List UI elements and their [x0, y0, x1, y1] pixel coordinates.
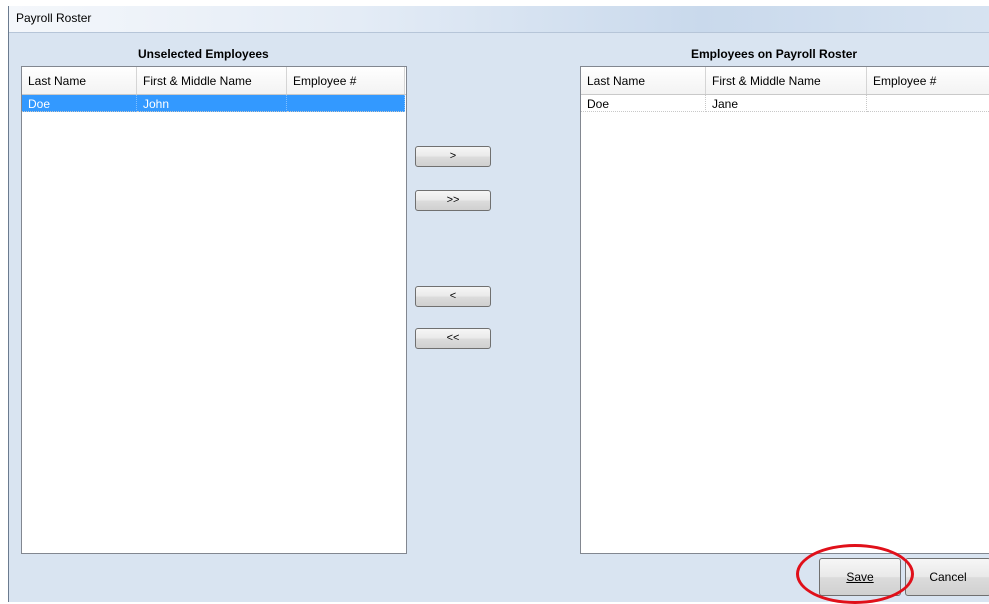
- payroll-roster-employees-title: Employees on Payroll Roster: [691, 47, 858, 61]
- column-first-middle-name[interactable]: First & Middle Name: [706, 67, 867, 94]
- window-title: Payroll Roster: [16, 11, 92, 25]
- cancel-button[interactable]: Cancel: [905, 558, 989, 596]
- unselected-employees-title: Unselected Employees: [138, 47, 269, 61]
- column-employee-number[interactable]: Employee #: [287, 67, 405, 94]
- cell-first-name: Jane: [706, 95, 867, 112]
- button-bar: Save Cancel: [9, 554, 989, 596]
- table-row[interactable]: Doe Jane: [581, 95, 989, 112]
- remove-all-button[interactable]: <<: [415, 328, 491, 349]
- remove-all-label: <<: [446, 332, 460, 344]
- unselected-employees-grid[interactable]: Last Name First & Middle Name Employee #…: [21, 66, 407, 554]
- cell-last-name: Doe: [581, 95, 706, 112]
- remove-selected-label: <: [449, 290, 457, 302]
- add-all-label: >>: [446, 194, 460, 206]
- grid-header: Last Name First & Middle Name Employee #: [22, 67, 406, 95]
- cell-employee-number: [867, 95, 989, 112]
- add-selected-button[interactable]: >: [415, 146, 491, 167]
- add-all-button[interactable]: >>: [415, 190, 491, 211]
- table-row[interactable]: Doe John: [22, 95, 406, 112]
- column-first-middle-name[interactable]: First & Middle Name: [137, 67, 287, 94]
- column-last-name[interactable]: Last Name: [581, 67, 706, 94]
- save-label: Save: [846, 570, 874, 584]
- column-last-name[interactable]: Last Name: [22, 67, 137, 94]
- cell-employee-number: [287, 95, 405, 112]
- title-bar[interactable]: Payroll Roster: [9, 6, 989, 33]
- roster-employees-grid[interactable]: Last Name First & Middle Name Employee #…: [580, 66, 989, 554]
- add-selected-label: >: [449, 150, 457, 162]
- payroll-roster-window: Payroll Roster Unselected Employees Last…: [8, 6, 989, 602]
- cell-first-name: John: [137, 95, 287, 112]
- column-employee-number[interactable]: Employee #: [867, 67, 989, 94]
- cancel-label: Cancel: [929, 570, 967, 584]
- grid-header: Last Name First & Middle Name Employee #: [581, 67, 989, 95]
- save-button[interactable]: Save: [819, 558, 901, 596]
- remove-selected-button[interactable]: <: [415, 286, 491, 307]
- cell-last-name: Doe: [22, 95, 137, 112]
